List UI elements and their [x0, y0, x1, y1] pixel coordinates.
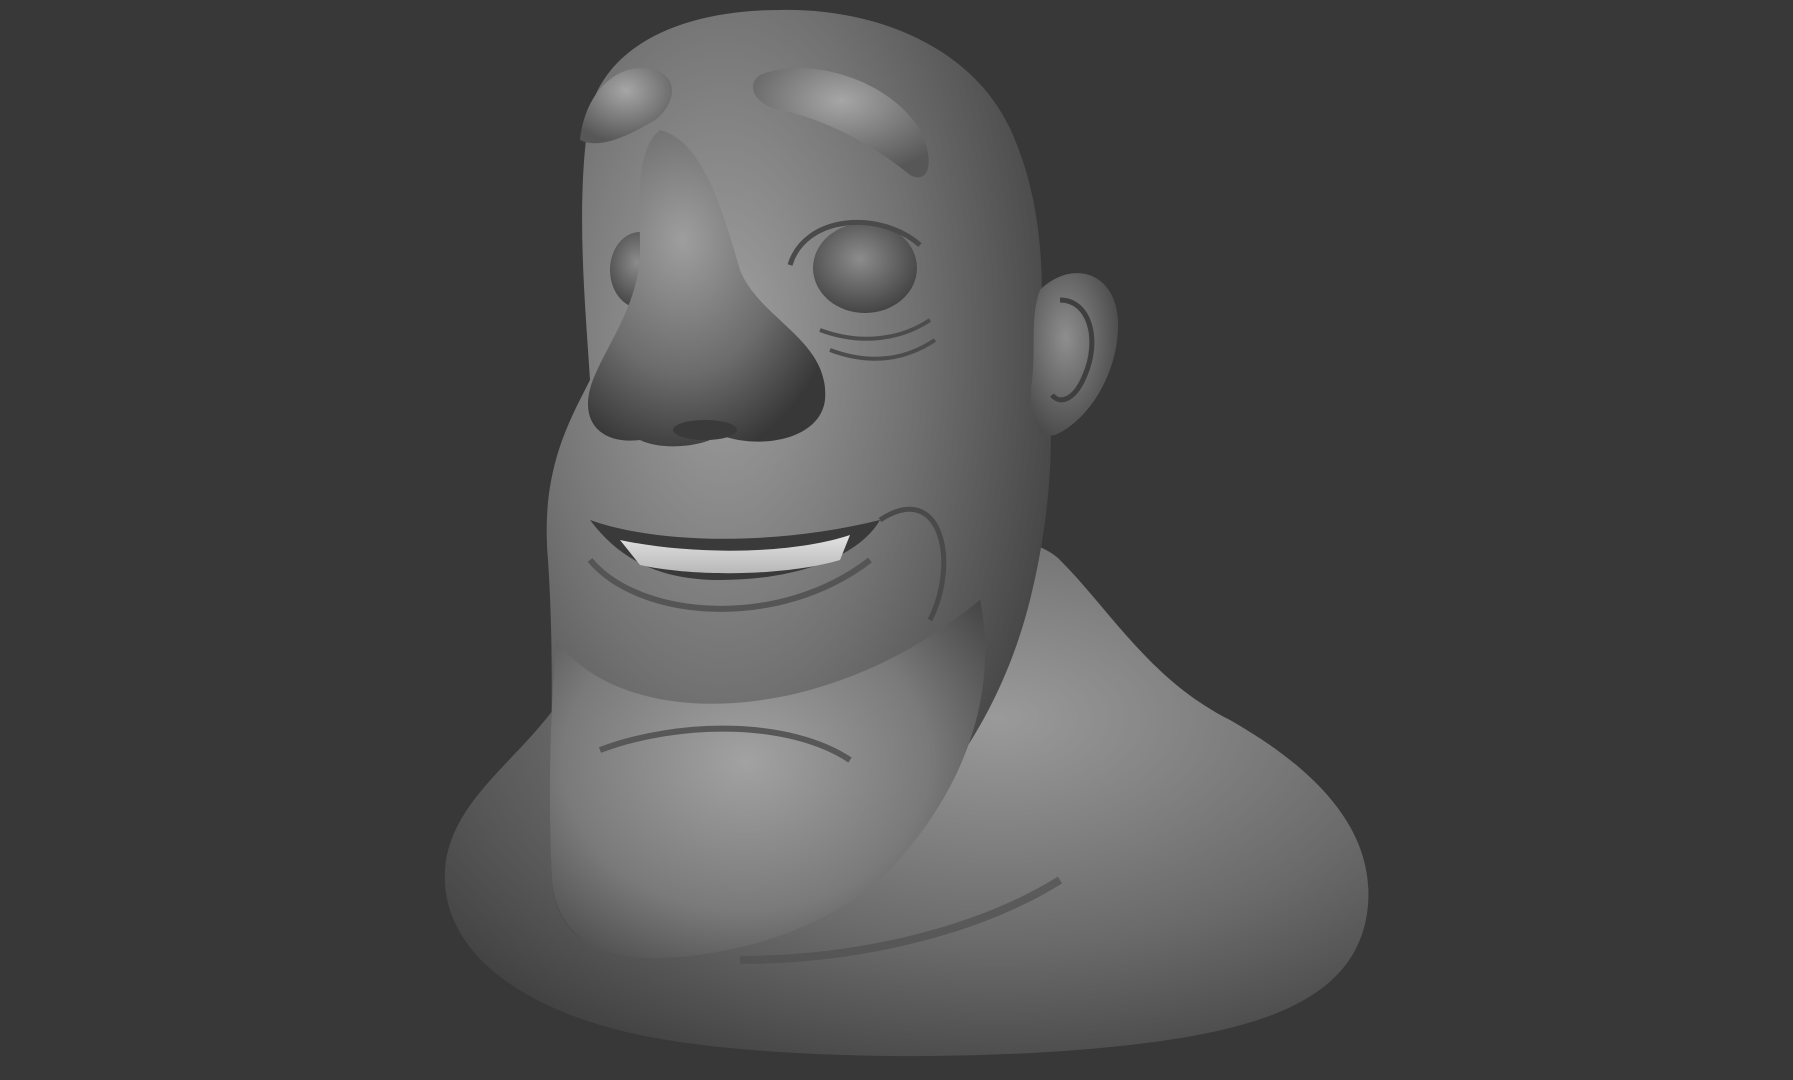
nostril [673, 420, 737, 440]
sculpt-viewport[interactable] [0, 0, 1793, 1080]
bust-render[interactable] [0, 0, 1793, 1080]
eye-right [813, 223, 917, 313]
